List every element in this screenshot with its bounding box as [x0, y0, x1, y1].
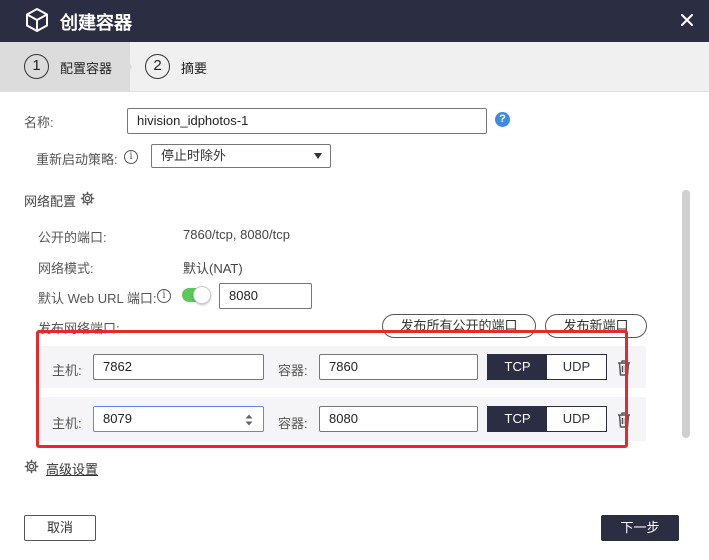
step-2-number: 2 [145, 54, 170, 79]
dialog-titlebar: 创建容器 [0, 0, 709, 42]
restart-policy-label: 重新启动策略: [36, 152, 118, 167]
udp-button[interactable]: UDP [547, 407, 606, 431]
tcp-button[interactable]: TCP [488, 355, 547, 379]
host-label: 主机: [52, 416, 82, 431]
cube-icon [26, 8, 48, 32]
trash-icon[interactable] [616, 411, 632, 429]
publish-ports-label: 发布网络端口: [38, 321, 120, 336]
advanced-settings-link[interactable]: 高级设置 [46, 459, 98, 478]
container-label: 容器: [278, 363, 308, 378]
dialog-title: 创建容器 [60, 13, 132, 33]
published-ports-value: 7860/tcp, 8080/tcp [183, 227, 290, 242]
container-label: 容器: [278, 416, 308, 431]
web-url-port-label: 默认 Web URL 端口: [38, 291, 157, 306]
restart-info-icon[interactable]: i [124, 150, 138, 164]
host-label: 主机: [52, 363, 82, 378]
port-row: 主机: 8079 容器: 8080 TCP UDP [40, 397, 646, 441]
host-port-value: 8079 [103, 411, 132, 426]
trash-icon[interactable] [616, 359, 632, 377]
host-port-input[interactable]: 7862 [93, 354, 264, 380]
step-1-number: 1 [24, 54, 49, 79]
step-1-label: 配置容器 [60, 61, 113, 76]
publish-new-port-button[interactable]: 发布新端口 [545, 314, 647, 338]
tcp-button[interactable]: TCP [488, 407, 547, 431]
scrollbar-thumb[interactable] [682, 190, 690, 438]
chevron-down-icon [314, 153, 322, 159]
network-mode-value: 默认(NAT) [183, 261, 243, 276]
protocol-toggle: TCP UDP [487, 354, 607, 380]
web-url-port-input[interactable]: 8080 [219, 283, 312, 309]
restart-policy-select[interactable]: 停止时除外 [151, 144, 331, 168]
container-port-input[interactable]: 8080 [319, 406, 478, 432]
published-ports-label: 公开的端口: [38, 230, 107, 245]
toggle-knob [193, 286, 211, 304]
wizard-steps: 1 配置容器 2 摘要 [0, 42, 709, 92]
network-section-title: 网络配置 [24, 194, 77, 209]
step-1-arrow [118, 42, 132, 91]
protocol-toggle: TCP UDP [487, 406, 607, 432]
step-2-label: 摘要 [181, 61, 208, 76]
port-row: 主机: 7862 容器: 7860 TCP UDP [40, 346, 646, 388]
restart-row-clip: 重新启动策略: i 停止时除外 [0, 92, 709, 170]
gear-icon[interactable] [24, 459, 39, 474]
host-port-input[interactable]: 8079 [93, 406, 264, 432]
close-icon[interactable] [677, 10, 697, 30]
spinner-arrows-icon[interactable] [245, 413, 253, 427]
next-step-button[interactable]: 下一步 [601, 515, 679, 541]
network-mode-label: 网络模式: [38, 261, 94, 276]
restart-policy-value: 停止时除外 [161, 148, 227, 163]
publish-all-ports-button[interactable]: 发布所有公开的端口 [382, 314, 536, 338]
scrollbar[interactable] [682, 190, 690, 438]
web-url-toggle[interactable] [182, 286, 211, 304]
web-url-info-icon[interactable]: i [157, 289, 171, 303]
cancel-button[interactable]: 取消 [24, 515, 96, 541]
gear-icon[interactable] [80, 191, 95, 206]
udp-button[interactable]: UDP [547, 355, 606, 379]
container-port-input[interactable]: 7860 [319, 354, 478, 380]
